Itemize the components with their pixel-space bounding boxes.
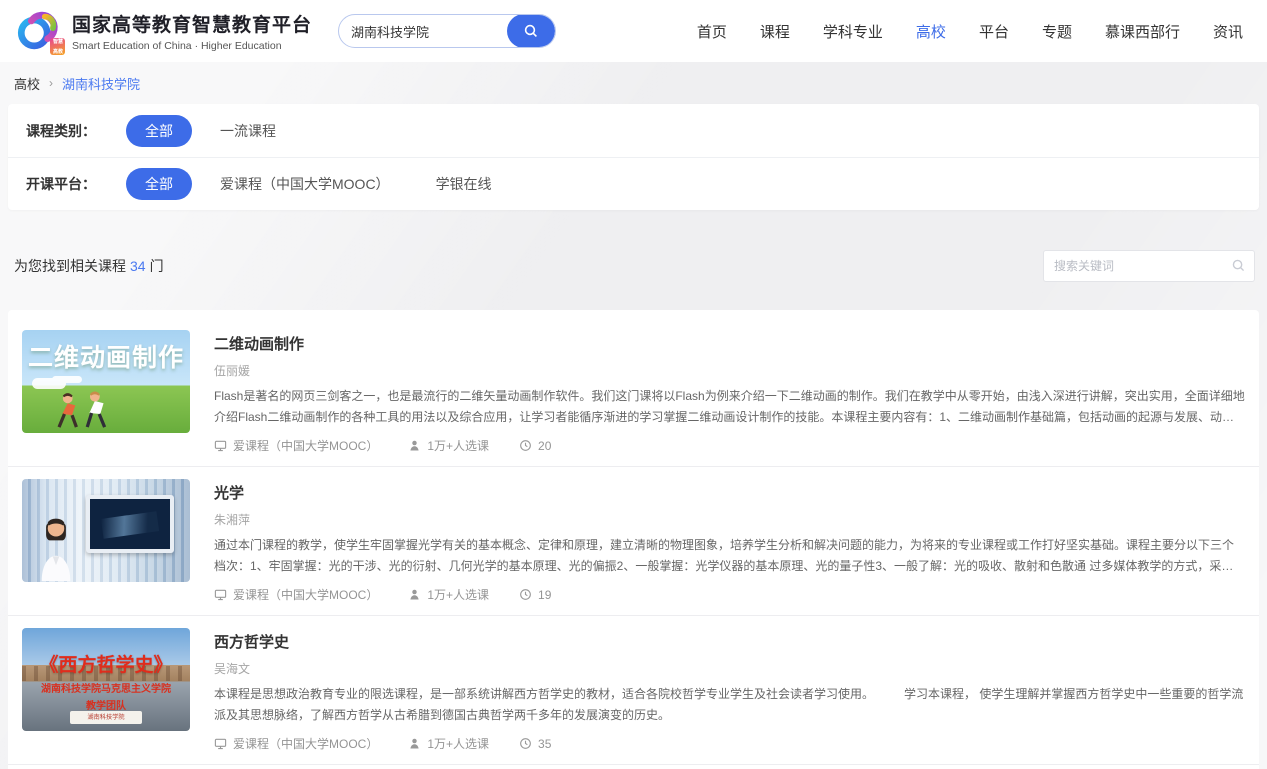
chevron-right-icon: › [49,76,53,90]
course-teacher: 伍丽媛 [214,362,1245,379]
course-enrolled: 1万+人选课 [408,735,489,752]
breadcrumb-current[interactable]: 湖南科技学院 [62,74,140,93]
course-hours: 20 [519,439,551,453]
course-meta: 爱课程（中国大学MOOC） 1万+人选课 35 [214,735,1245,752]
course-teacher: 吴海文 [214,660,1245,677]
breadcrumb: 高校 › 湖南科技学院 [0,62,1267,104]
nav-item-news[interactable]: 资讯 [1213,21,1243,42]
brand-block: 国家高等教育智慧教育平台 Smart Education of China · … [72,10,312,52]
header: 智慧 高教 国家高等教育智慧教育平台 Smart Education of Ch… [0,0,1267,62]
presenter-illustration [34,512,78,582]
course-thumbnail[interactable]: 二维动画制作 [22,330,190,433]
filter-label-category: 课程类别： [26,121,126,141]
person-icon [408,439,421,452]
course-list: 二维动画制作 二维动画制作 伍丽媛 Flash是著名的网页三剑客之一，也是最流行… [8,310,1259,769]
clock-icon [519,737,532,750]
thumbnail-team-text: 教学团队 [22,697,190,712]
person-icon [408,588,421,601]
course-title[interactable]: 二维动画制作 [214,333,1245,354]
course-row: 《西方哲学史》 湖南科技学院马克思主义学院 教学团队 湖南科技学院 西方哲学史 … [8,616,1259,765]
campus-gate-sign: 湖南科技学院 [70,711,142,724]
course-row: 二维动画制作 二维动画制作 伍丽媛 Flash是著名的网页三剑客之一，也是最流行… [8,318,1259,467]
filter-option-icourse-mooc[interactable]: 爱课程（中国大学MOOC） [220,174,390,194]
course-meta: 爱课程（中国大学MOOC） 1万+人选课 19 [214,586,1245,603]
keyword-search-input[interactable] [1043,250,1255,282]
filter-platform-all-pill[interactable]: 全部 [126,168,192,200]
logo-badge: 智慧 高教 [50,38,65,55]
course-enrolled: 1万+人选课 [408,586,489,603]
nav-item-courses[interactable]: 课程 [760,21,790,42]
results-count: 34 [130,258,146,274]
header-search-button[interactable] [507,14,555,48]
thumbnail-title-text: 《西方哲学史》 [22,650,190,677]
filter-panel: 课程类别： 全部 一流课程 开课平台： 全部 爱课程（中国大学MOOC） 学银在… [8,104,1259,210]
course-title[interactable]: 光学 [214,482,1245,503]
platform-subtitle: Smart Education of China · Higher Educat… [72,40,312,52]
clock-icon [519,588,532,601]
course-meta: 爱课程（中国大学MOOC） 1万+人选课 20 [214,437,1245,454]
course-teacher: 朱湘萍 [214,511,1245,528]
breadcrumb-root[interactable]: 高校 [14,74,40,93]
nav-item-mooc-west[interactable]: 慕课西部行 [1105,21,1180,42]
course-title[interactable]: 西方哲学史 [214,631,1245,652]
course-enrolled: 1万+人选课 [408,437,489,454]
filter-option-xueyin-online[interactable]: 学银在线 [436,174,492,194]
filter-category-all-pill[interactable]: 全部 [126,115,192,147]
search-icon [1231,258,1246,273]
filter-row-category: 课程类别： 全部 一流课程 [8,104,1259,157]
course-thumbnail[interactable]: 《西方哲学史》 湖南科技学院马克思主义学院 教学团队 湖南科技学院 [22,628,190,731]
results-bar: 为您找到相关课程34门 [14,250,1255,282]
search-icon [523,23,539,39]
monitor-icon [214,588,227,601]
course-hours: 19 [519,588,551,602]
main-nav: 首页 课程 学科专业 高校 平台 专题 慕课西部行 资讯 [697,21,1243,42]
course-description: 通过本门课程的教学，使学生牢固掌握光学有关的基本概念、定律和原理，建立清晰的物理… [214,535,1245,577]
person-icon [408,737,421,750]
course-platform: 爱课程（中国大学MOOC） [214,437,378,454]
course-thumbnail[interactable] [22,479,190,582]
filter-row-platform: 开课平台： 全部 爱课程（中国大学MOOC） 学银在线 [8,157,1259,210]
course-platform: 爱课程（中国大学MOOC） [214,735,378,752]
nav-item-disciplines[interactable]: 学科专业 [823,21,883,42]
clock-icon [519,439,532,452]
nav-item-universities[interactable]: 高校 [916,21,946,42]
filter-option-first-class-course[interactable]: 一流课程 [220,121,276,141]
thumbnail-title-text: 二维动画制作 [22,338,190,374]
header-search [338,14,556,48]
course-row: BIM与混凝土 结构设计 混凝土结构设计 郭恩平 1、课程主要内容建筑是人们用建… [8,765,1259,769]
course-body: 光学 朱湘萍 通过本门课程的教学，使学生牢固掌握光学有关的基本概念、定律和原理，… [214,479,1245,603]
course-hours: 35 [519,737,551,751]
course-description: 本课程是思想政治教育专业的限选课程，是一部系统讲解西方哲学史的教材，适合各院校哲… [214,684,1245,726]
keyword-search [1043,250,1255,282]
filter-label-platform: 开课平台： [26,174,126,194]
monitor-icon [214,737,227,750]
thumbnail-subtitle-text: 湖南科技学院马克思主义学院 [22,680,190,695]
runners-illustration [46,388,122,431]
course-body: 西方哲学史 吴海文 本课程是思想政治教育专业的限选课程，是一部系统讲解西方哲学史… [214,628,1245,752]
platform-logo-icon: 智慧 高教 [16,8,62,54]
platform-title: 国家高等教育智慧教育平台 [72,10,312,37]
nav-item-home[interactable]: 首页 [697,21,727,42]
course-body: 二维动画制作 伍丽媛 Flash是著名的网页三剑客之一，也是最流行的二维矢量动画… [214,330,1245,454]
nav-item-topics[interactable]: 专题 [1042,21,1072,42]
course-row: 光学 朱湘萍 通过本门课程的教学，使学生牢固掌握光学有关的基本概念、定律和原理，… [8,467,1259,616]
studio-screen [86,495,174,553]
results-count-text: 为您找到相关课程34门 [14,256,164,276]
course-description: Flash是著名的网页三剑客之一，也是最流行的二维矢量动画制作软件。我们这门课将… [214,386,1245,428]
header-search-input[interactable] [339,24,507,39]
nav-item-platforms[interactable]: 平台 [979,21,1009,42]
monitor-icon [214,439,227,452]
course-platform: 爱课程（中国大学MOOC） [214,586,378,603]
